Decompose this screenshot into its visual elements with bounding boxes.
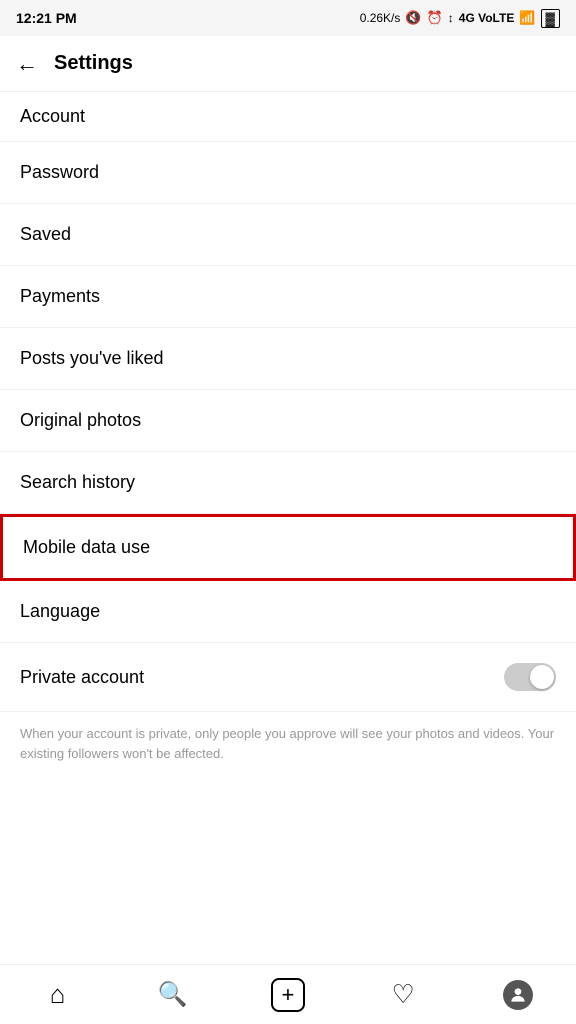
back-button[interactable]: ← <box>16 53 38 75</box>
settings-item-label-private-account: Private account <box>20 667 144 688</box>
status-alarm-icon: ⏰ <box>427 10 443 26</box>
nav-home[interactable]: ⌂ <box>33 970 83 1020</box>
status-mute-icon: 🔇 <box>405 10 421 26</box>
settings-item-label-search-history: Search history <box>20 472 135 492</box>
settings-item-label-password: Password <box>20 162 99 182</box>
nav-search[interactable]: 🔍 <box>148 970 198 1020</box>
settings-item-payments[interactable]: Payments <box>0 266 576 328</box>
page-title: Settings <box>54 52 133 75</box>
settings-item-label-account: Account <box>20 106 85 126</box>
status-signal-icon: ↕ <box>448 11 454 25</box>
settings-item-search-history[interactable]: Search history <box>0 452 576 514</box>
settings-item-label-saved: Saved <box>20 224 71 244</box>
status-right-icons: 0.26K/s 🔇 ⏰ ↕ 4G VoLTE 📶 ▓ <box>360 9 560 28</box>
settings-item-account[interactable]: Account <box>0 92 576 142</box>
settings-item-posts-liked[interactable]: Posts you've liked <box>0 328 576 390</box>
settings-item-label-payments: Payments <box>20 286 100 306</box>
settings-item-private-account: Private account <box>0 643 576 712</box>
add-icon: + <box>271 978 305 1012</box>
settings-item-label-mobile-data-use: Mobile data use <box>23 537 150 557</box>
settings-item-saved[interactable]: Saved <box>0 204 576 266</box>
toggle-knob <box>530 665 554 689</box>
status-wifi-icon: 📶 <box>519 10 535 26</box>
status-network: 4G VoLTE <box>459 11 515 25</box>
status-bar: 12:21 PM 0.26K/s 🔇 ⏰ ↕ 4G VoLTE 📶 ▓ <box>0 0 576 36</box>
status-time: 12:21 PM <box>16 10 77 26</box>
settings-item-label-original-photos: Original photos <box>20 410 141 430</box>
status-speed: 0.26K/s <box>360 11 401 25</box>
settings-item-label-posts-liked: Posts you've liked <box>20 348 164 368</box>
nav-heart[interactable]: ♡ <box>378 970 428 1020</box>
settings-list: Account Password Saved Payments Posts yo… <box>0 92 576 964</box>
nav-add[interactable]: + <box>263 970 313 1020</box>
header: ← Settings <box>0 36 576 92</box>
heart-icon: ♡ <box>392 979 415 1010</box>
private-account-description: When your account is private, only peopl… <box>0 712 576 783</box>
settings-item-original-photos[interactable]: Original photos <box>0 390 576 452</box>
bottom-nav: ⌂ 🔍 + ♡ <box>0 964 576 1024</box>
settings-item-password[interactable]: Password <box>0 142 576 204</box>
search-icon: 🔍 <box>158 980 188 1009</box>
home-icon: ⌂ <box>50 979 66 1010</box>
settings-item-label-language: Language <box>20 601 100 621</box>
status-battery-icon: ▓ <box>541 9 560 28</box>
nav-profile[interactable] <box>493 970 543 1020</box>
private-account-toggle[interactable] <box>504 663 556 691</box>
settings-item-language[interactable]: Language <box>0 581 576 643</box>
settings-item-mobile-data-use[interactable]: Mobile data use <box>0 514 576 581</box>
profile-icon <box>503 980 533 1010</box>
